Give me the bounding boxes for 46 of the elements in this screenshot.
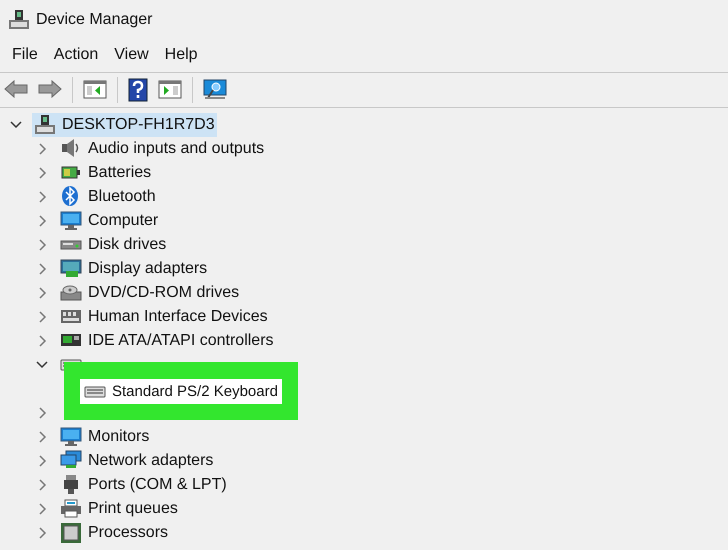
monitor-icon bbox=[60, 210, 82, 232]
tree-item-label: Human Interface Devices bbox=[88, 308, 268, 326]
tree-item[interactable]: Audio inputs and outputs bbox=[58, 137, 266, 161]
tree-item-label: Ports (COM & LPT) bbox=[88, 476, 227, 494]
printer-icon bbox=[60, 498, 82, 520]
device-manager-icon bbox=[8, 9, 30, 31]
tree-item[interactable]: Computer bbox=[58, 209, 160, 233]
tree-item-label: Disk drives bbox=[88, 236, 166, 254]
tree-item-label: Network adapters bbox=[88, 452, 214, 470]
tree-item-label: Monitors bbox=[88, 428, 150, 446]
processor-chip-icon bbox=[60, 522, 82, 544]
tree-item[interactable]: Human Interface Devices bbox=[58, 305, 270, 329]
tree-item-label: Standard PS/2 Keyboard bbox=[112, 383, 278, 400]
tree-item[interactable]: Ports (COM & LPT) bbox=[58, 473, 229, 497]
tree-item-label: Bluetooth bbox=[88, 188, 156, 206]
tree-item-label: Print queues bbox=[88, 500, 178, 518]
tree-item[interactable]: Network adapters bbox=[58, 449, 216, 473]
tree-item[interactable]: Processors bbox=[58, 521, 170, 545]
tree-item-label: Audio inputs and outputs bbox=[88, 140, 264, 158]
menu-item[interactable]: File bbox=[4, 44, 46, 66]
tree-item-label: Batteries bbox=[88, 164, 152, 182]
tree-item[interactable]: Batteries bbox=[58, 161, 154, 185]
tree-item[interactable]: Monitors bbox=[58, 425, 152, 449]
tree-item[interactable]: DESKTOP-FH1R7D3 bbox=[32, 113, 217, 137]
tree-item[interactable]: Bluetooth bbox=[58, 185, 158, 209]
tree-item[interactable]: Disk drives bbox=[58, 233, 168, 257]
tree-item[interactable]: Display adapters bbox=[58, 257, 210, 281]
window-title: Device Manager bbox=[36, 11, 152, 29]
menu-item[interactable]: Help bbox=[156, 44, 206, 66]
menu-item[interactable]: Action bbox=[46, 44, 106, 66]
device-manager-icon bbox=[34, 114, 56, 136]
tree-item-label: Processors bbox=[88, 524, 168, 542]
menu-item[interactable]: View bbox=[106, 44, 157, 66]
tree-item-label: DVD/CD-ROM drives bbox=[88, 284, 240, 302]
scan-monitor-icon[interactable] bbox=[203, 78, 227, 102]
tree-item[interactable]: Standard PS/2 Keyboard bbox=[80, 379, 282, 404]
tree-item-label: IDE ATA/ATAPI controllers bbox=[88, 332, 274, 350]
monitor-icon bbox=[60, 426, 82, 448]
help-icon[interactable] bbox=[128, 78, 148, 102]
tree-item[interactable]: IDE ATA/ATAPI controllers bbox=[58, 329, 276, 353]
tree-item-label: Computer bbox=[88, 212, 158, 230]
tree-item[interactable]: Print queues bbox=[58, 497, 180, 521]
display-adapter-icon bbox=[60, 258, 82, 280]
tree-item-label: DESKTOP-FH1R7D3 bbox=[62, 116, 215, 134]
tree-item[interactable]: DVD/CD-ROM drives bbox=[58, 281, 242, 305]
tree-item-label: Display adapters bbox=[88, 260, 208, 278]
